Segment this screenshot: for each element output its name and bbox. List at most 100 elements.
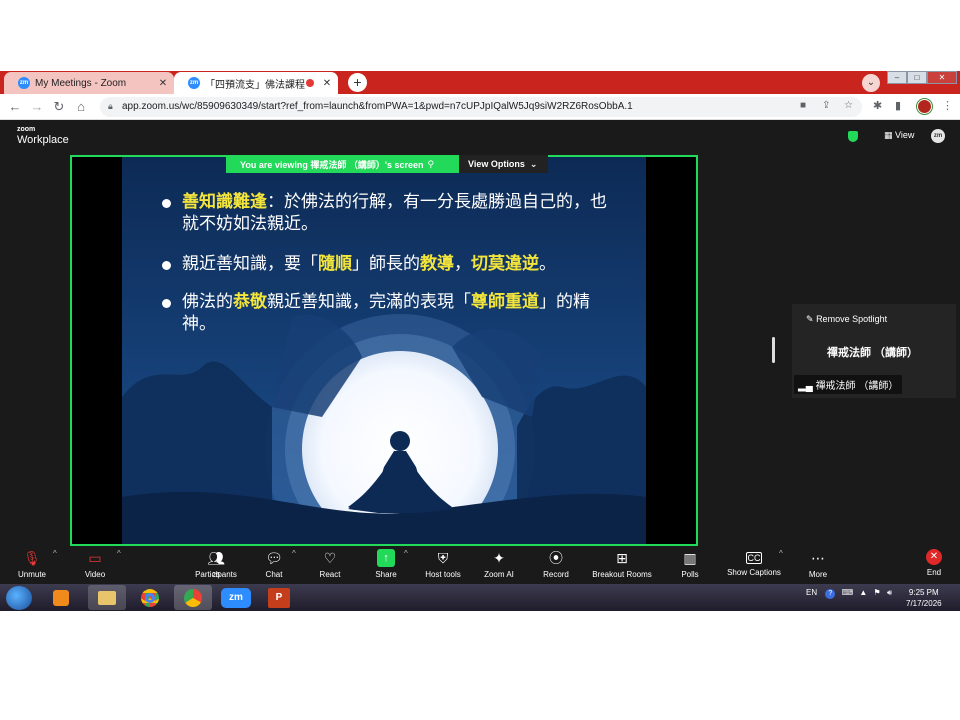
tab-title: 「四預流支」佛法課程 (205, 79, 305, 91)
view-button[interactable]: ▦ View (884, 130, 914, 141)
tab-search-chevron-icon[interactable]: ⌄ (862, 74, 880, 92)
bullet-text: 親近善知識，要「隨順」師長的教導，切莫違逆。 (182, 254, 556, 274)
language-indicator[interactable]: EN (806, 588, 817, 597)
signal-bars-icon: ▂▄ (798, 381, 813, 392)
record-button[interactable]: ⦿ Record (538, 549, 574, 579)
bookmark-star-icon[interactable]: ☆ (844, 100, 853, 111)
windows-taskbar: zm P EN ? ⌨︎ ▲ ⚑ 🔊︎ 9:25 PM 7/17/2026 (0, 584, 960, 611)
profile-avatar-icon[interactable] (917, 99, 932, 114)
new-tab-button[interactable]: + (348, 73, 367, 92)
zoom-favicon-icon: zm (188, 77, 200, 89)
view-options-button[interactable]: View Options ⌄ (459, 155, 548, 173)
chat-button[interactable]: 💬︎ Chat (258, 549, 290, 579)
forward-arrow-icon[interactable]: → (28, 98, 46, 116)
audio-options-chevron-icon[interactable]: ^ (53, 549, 57, 558)
end-icon: ✕ (926, 549, 942, 565)
zoom-logo-small: zoom (17, 126, 36, 133)
taskbar-clock[interactable]: 9:25 PM 7/17/2026 (906, 587, 942, 609)
share-page-icon[interactable]: ⇪ (822, 100, 830, 111)
panel-resize-handle[interactable] (772, 337, 775, 363)
tab-close-icon[interactable]: ✕ (156, 78, 170, 89)
more-button[interactable]: ⋯ More (802, 549, 834, 579)
captions-options-chevron-icon[interactable]: ^ (779, 549, 783, 558)
shared-screen[interactable]: 善知識難逢：於佛法的行解，有一分長處勝過自己的，也就不妨如法親近。 親近善知識，… (70, 155, 698, 546)
participant-video-tile[interactable]: ✎ Remove Spotlight 禪戒法師 （講師） ▂▄ 禪戒法師 （講師… (792, 304, 956, 398)
participants-icon: 👥︎25 (207, 550, 225, 579)
grid-icon: ⊞ (616, 550, 628, 566)
volume-icon[interactable]: 🔊︎ (887, 588, 892, 597)
more-icon: ⋯ (811, 550, 825, 566)
powerpoint-icon[interactable]: P (260, 585, 298, 610)
video-button[interactable]: ▭ Video (75, 549, 115, 579)
chrome-active-icon[interactable] (174, 585, 212, 610)
browser-tab-strip: zm My Meetings - Zoom ✕ zm 「四預流支」佛法課程 ✕ … (0, 71, 960, 94)
url-text[interactable]: app.zoom.us/wc/85909630349/start?ref_fro… (122, 101, 633, 112)
window-maximize-button[interactable]: □ (907, 71, 927, 84)
address-bar[interactable]: 🔒︎ app.zoom.us/wc/85909630349/start?ref_… (100, 97, 862, 117)
polls-button[interactable]: ▥ Polls (674, 549, 706, 579)
show-captions-button[interactable]: CC Show Captions (722, 549, 786, 577)
zoom-header: zoom Workplace ▦ View zm (0, 120, 960, 152)
end-button[interactable]: ✕ End (918, 549, 950, 577)
video-options-chevron-icon[interactable]: ^ (117, 549, 121, 558)
browser-menu-icon[interactable]: ⋮ (942, 99, 953, 112)
window-minimize-button[interactable]: – (887, 71, 907, 84)
viewing-banner: You are viewing 禪戒法師 （講師）'s screen ⚲ (226, 155, 459, 173)
remove-spotlight-button[interactable]: ✎ Remove Spotlight (806, 314, 887, 325)
chrome-icon[interactable] (131, 585, 169, 610)
encryption-shield-icon[interactable] (848, 131, 858, 142)
react-button[interactable]: ♡ React (314, 549, 346, 579)
polls-icon: ▥ (683, 550, 697, 566)
chat-options-chevron-icon[interactable]: ^ (292, 549, 296, 558)
media-player-icon[interactable] (42, 585, 80, 610)
file-explorer-icon[interactable] (88, 585, 126, 610)
shield-icon: ⛨ (437, 550, 449, 566)
zoom-avatar-icon[interactable]: zm (931, 129, 945, 143)
windows-start-button[interactable] (6, 586, 32, 610)
window-close-button[interactable]: ✕ (927, 71, 957, 84)
record-icon: ⦿ (549, 550, 563, 566)
breakout-rooms-button[interactable]: ⊞ Breakout Rooms (588, 549, 656, 579)
share-icon: ↑ (377, 549, 395, 567)
tab-my-meetings[interactable]: zm My Meetings - Zoom ✕ (4, 72, 174, 94)
bullet-text: 佛法的恭敬親近善知識，完滿的表現「尊師重道」的精神。 (182, 292, 590, 334)
action-center-icon[interactable]: ⚑ (874, 588, 881, 597)
side-panel-icon[interactable]: ▮ (895, 99, 901, 112)
tray-input-icon[interactable]: ⌨︎ (842, 588, 854, 597)
chevron-down-icon: ⌄ (529, 158, 538, 169)
camera-icon[interactable]: ■ (800, 100, 806, 111)
chat-icon: 💬︎ (265, 550, 283, 566)
extensions-puzzle-icon[interactable]: ✱ (873, 99, 882, 112)
pin-icon: ⚲ (427, 158, 435, 169)
tab-dharma-course[interactable]: zm 「四預流支」佛法課程 ✕ (174, 72, 338, 94)
bullet-dot-icon (162, 261, 171, 270)
presentation-slide: 善知識難逢：於佛法的行解，有一分長處勝過自己的，也就不妨如法親近。 親近善知識，… (122, 157, 646, 544)
share-button[interactable]: ↑ Share (370, 549, 402, 579)
reload-icon[interactable]: ↻ (50, 98, 68, 116)
bullet-dot-icon (162, 199, 171, 208)
unmute-button[interactable]: 🎙︎ Unmute (12, 549, 52, 579)
browser-toolbar: ← → ↻ ⌂ 🔒︎ app.zoom.us/wc/85909630349/st… (0, 94, 960, 120)
zoom-ai-button[interactable]: ✦ Zoom AI (480, 549, 518, 579)
pin-icon: ✎ (806, 314, 814, 324)
lock-icon[interactable]: 🔒︎ (108, 101, 113, 112)
recording-indicator-icon (306, 79, 314, 87)
tab-title: My Meetings - Zoom (35, 77, 127, 89)
bullet-dot-icon (162, 299, 171, 308)
home-icon[interactable]: ⌂ (72, 98, 90, 116)
sparkle-icon: ✦ (493, 550, 505, 566)
zoom-logo: Workplace (17, 134, 69, 146)
host-tools-button[interactable]: ⛨ Host tools (420, 549, 466, 579)
cc-icon: CC (746, 552, 762, 564)
participants-button[interactable]: 👥︎25 Participants (190, 549, 242, 579)
help-icon[interactable]: ? (825, 589, 836, 599)
system-tray: EN ? ⌨︎ ▲ ⚑ 🔊︎ (806, 588, 892, 599)
show-hidden-icons-icon[interactable]: ▲ (859, 588, 867, 597)
share-options-chevron-icon[interactable]: ^ (404, 549, 408, 558)
participant-name: 禪戒法師 （講師） (827, 347, 919, 359)
back-arrow-icon[interactable]: ← (6, 98, 24, 116)
tab-close-icon[interactable]: ✕ (320, 78, 334, 89)
participant-name-tag: ▂▄ 禪戒法師 （講師） (794, 375, 903, 394)
zoom-meeting-toolbar: 🎙︎ Unmute ^ ▭ Video ^ 👥︎25 Participants 💬︎ C… (0, 546, 960, 584)
zoom-app-icon[interactable]: zm (217, 585, 255, 610)
